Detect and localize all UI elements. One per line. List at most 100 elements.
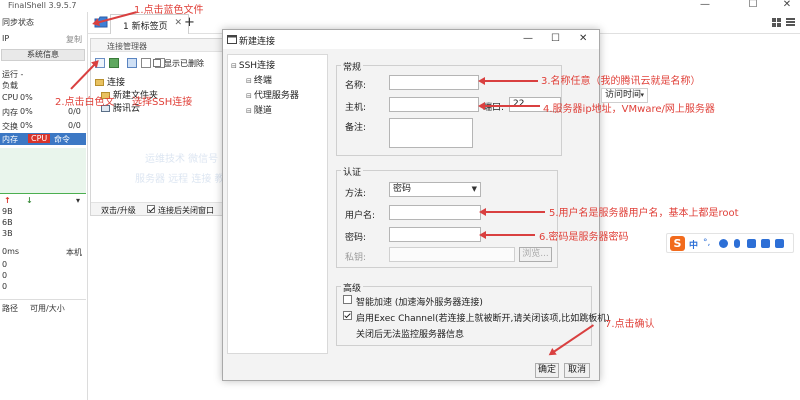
nav-tunnel[interactable]: ⊟ 隧道: [246, 103, 272, 116]
dialog-maximize-button[interactable]: ☐: [551, 33, 560, 44]
ime-punct-toggle[interactable]: °,: [703, 238, 710, 248]
size-column: 可用/大小: [30, 304, 65, 313]
exec-channel-label: 启用Exec Channel(若连接上就被断开,请关闭该项,比如跳板机): [356, 314, 610, 324]
folder-icon: [95, 79, 104, 86]
annotation-step6: 6.密码是服务器密码: [539, 232, 629, 243]
zero-value: 0: [2, 260, 8, 269]
cpu-value: 0%: [20, 93, 33, 102]
process-tabs: 内存 CPU 命令: [0, 133, 86, 145]
cancel-button[interactable]: 取消: [564, 363, 590, 378]
tab-memory[interactable]: 内存: [2, 134, 18, 145]
sync-status: 同步状态: [2, 18, 34, 27]
close-after-connect-checkbox[interactable]: [147, 205, 155, 213]
mem-label: 内存: [2, 108, 18, 117]
dialog-icon: [227, 35, 237, 44]
private-key-label: 私钥:: [345, 253, 367, 263]
microphone-icon[interactable]: [734, 239, 740, 248]
ping-value: 0ms: [2, 247, 20, 256]
annotation-step5: 5.用户名是服务器用户名，基本上都是root: [549, 208, 739, 219]
settings-nav-tree: ⊟ SSH连接 ⊟ 终端 ⊟ 代理服务器 ⊟ 隧道: [227, 54, 328, 354]
footer-double-click: 双击/升级: [101, 206, 136, 215]
tree-root[interactable]: 连接: [95, 75, 125, 88]
annotation-step1: 1.点击蓝色文件: [134, 5, 204, 16]
net-dropdown-icon[interactable]: ▾: [76, 196, 80, 205]
run-label: 运行 -: [2, 70, 24, 79]
usage-chart-line: [0, 193, 86, 194]
smart-accel-checkbox[interactable]: [343, 295, 352, 304]
maximize-button[interactable]: ☐: [740, 0, 766, 12]
dialog-close-button[interactable]: ✕: [579, 33, 587, 44]
auth-legend: 认证: [341, 165, 364, 178]
name-label: 名称:: [345, 81, 367, 91]
annotation-step2-left: 2.点击白色文: [55, 97, 115, 108]
grid-view-icon[interactable]: [772, 18, 781, 27]
local-label: 本机: [66, 248, 82, 257]
annotation-step7: 7.点击确认: [605, 319, 655, 330]
password-input[interactable]: [389, 227, 481, 242]
annotation-arrow: [478, 77, 538, 85]
private-key-input: [389, 247, 515, 262]
exec-channel-checkbox[interactable]: [343, 311, 352, 320]
mem-value: 0%: [20, 107, 33, 116]
close-button[interactable]: ✕: [774, 0, 800, 12]
ime-lang-toggle[interactable]: 中: [689, 238, 698, 251]
minimize-button[interactable]: —: [692, 0, 718, 12]
skin-icon[interactable]: [775, 239, 784, 248]
sidebar: 同步状态 IP 复制 系统信息 运行 - 负载 CPU 0% 内存 0% 0/0…: [0, 12, 88, 400]
load-label: 负载: [2, 81, 18, 90]
nav-ssh[interactable]: ⊟ SSH连接: [231, 58, 275, 71]
annotation-arrow: [479, 208, 545, 216]
annotation-step2-right: 选择SSH连接: [132, 97, 193, 108]
dialog-minimize-button[interactable]: —: [523, 33, 533, 44]
annotation-arrow: [478, 102, 540, 110]
copy-icon[interactable]: [127, 58, 137, 68]
tab-command[interactable]: 命令: [54, 134, 70, 145]
note-textarea[interactable]: [389, 118, 473, 148]
nav-terminal[interactable]: ⊟ 终端: [246, 73, 272, 86]
method-label: 方法:: [345, 189, 367, 199]
swap-ratio: 0/0: [68, 121, 81, 130]
browse-button[interactable]: 浏览...: [519, 247, 552, 262]
zero-value: 0: [2, 282, 8, 291]
sysinfo-button[interactable]: 系统信息: [1, 49, 85, 61]
annotation-step4: 4.服务器ip地址，VMware/网上服务器: [543, 104, 715, 115]
ime-toolbar: S 中 °,: [666, 233, 794, 253]
annotation-arrow: [479, 231, 535, 239]
close-after-connect-label: 连接后关闭窗口: [158, 206, 214, 215]
list-view-icon[interactable]: [786, 18, 795, 27]
sogou-logo-icon[interactable]: S: [670, 236, 685, 251]
connection-manager-header: 连接管理器: [91, 39, 227, 52]
method-select[interactable]: 密码 ▼: [389, 182, 481, 197]
nav-proxy[interactable]: ⊟ 代理服务器: [246, 88, 299, 101]
dialog-title-bar: 新建连接 — ☐ ✕: [223, 30, 599, 49]
tab-cpu[interactable]: CPU: [28, 134, 51, 143]
tab-close-icon[interactable]: ✕: [174, 18, 182, 28]
show-deleted-checkbox[interactable]: [153, 59, 161, 67]
net-value: 9B: [2, 207, 13, 216]
new-connection-icon[interactable]: [109, 58, 119, 68]
app-title: FinalShell 3.9.5.7: [8, 1, 77, 10]
connection-manager: 连接管理器 显示已删除 连接 新建文件夹 腾讯云 双击/升级 连接后关闭窗口: [90, 38, 228, 216]
host-input[interactable]: [389, 97, 479, 112]
toolbox-icon[interactable]: [761, 239, 770, 248]
advanced-legend: 高级: [341, 281, 364, 294]
cpu-label: CPU: [2, 93, 19, 102]
tab-label: 1 新标签页: [123, 22, 168, 32]
add-tab-button[interactable]: +: [184, 15, 195, 30]
copy-link[interactable]: 复制: [66, 34, 82, 45]
net-value: 6B: [2, 218, 13, 227]
app-title-bar: FinalShell 3.9.5.7 — ☐ ✕: [0, 0, 800, 12]
ok-button[interactable]: 确定: [535, 363, 559, 378]
ip-label: IP: [2, 34, 10, 43]
connection-manager-title: 连接管理器: [107, 42, 147, 51]
net-down-icon: ↓: [26, 196, 33, 205]
emoji-icon[interactable]: [719, 239, 728, 248]
username-input[interactable]: [389, 205, 481, 220]
name-input[interactable]: [389, 75, 479, 90]
keyboard-icon[interactable]: [747, 239, 756, 248]
general-legend: 常规: [341, 60, 364, 73]
divider: [0, 299, 86, 300]
host-label: 主机:: [345, 103, 367, 113]
net-up-icon: ↑: [4, 196, 11, 205]
paste-icon[interactable]: [141, 58, 151, 68]
